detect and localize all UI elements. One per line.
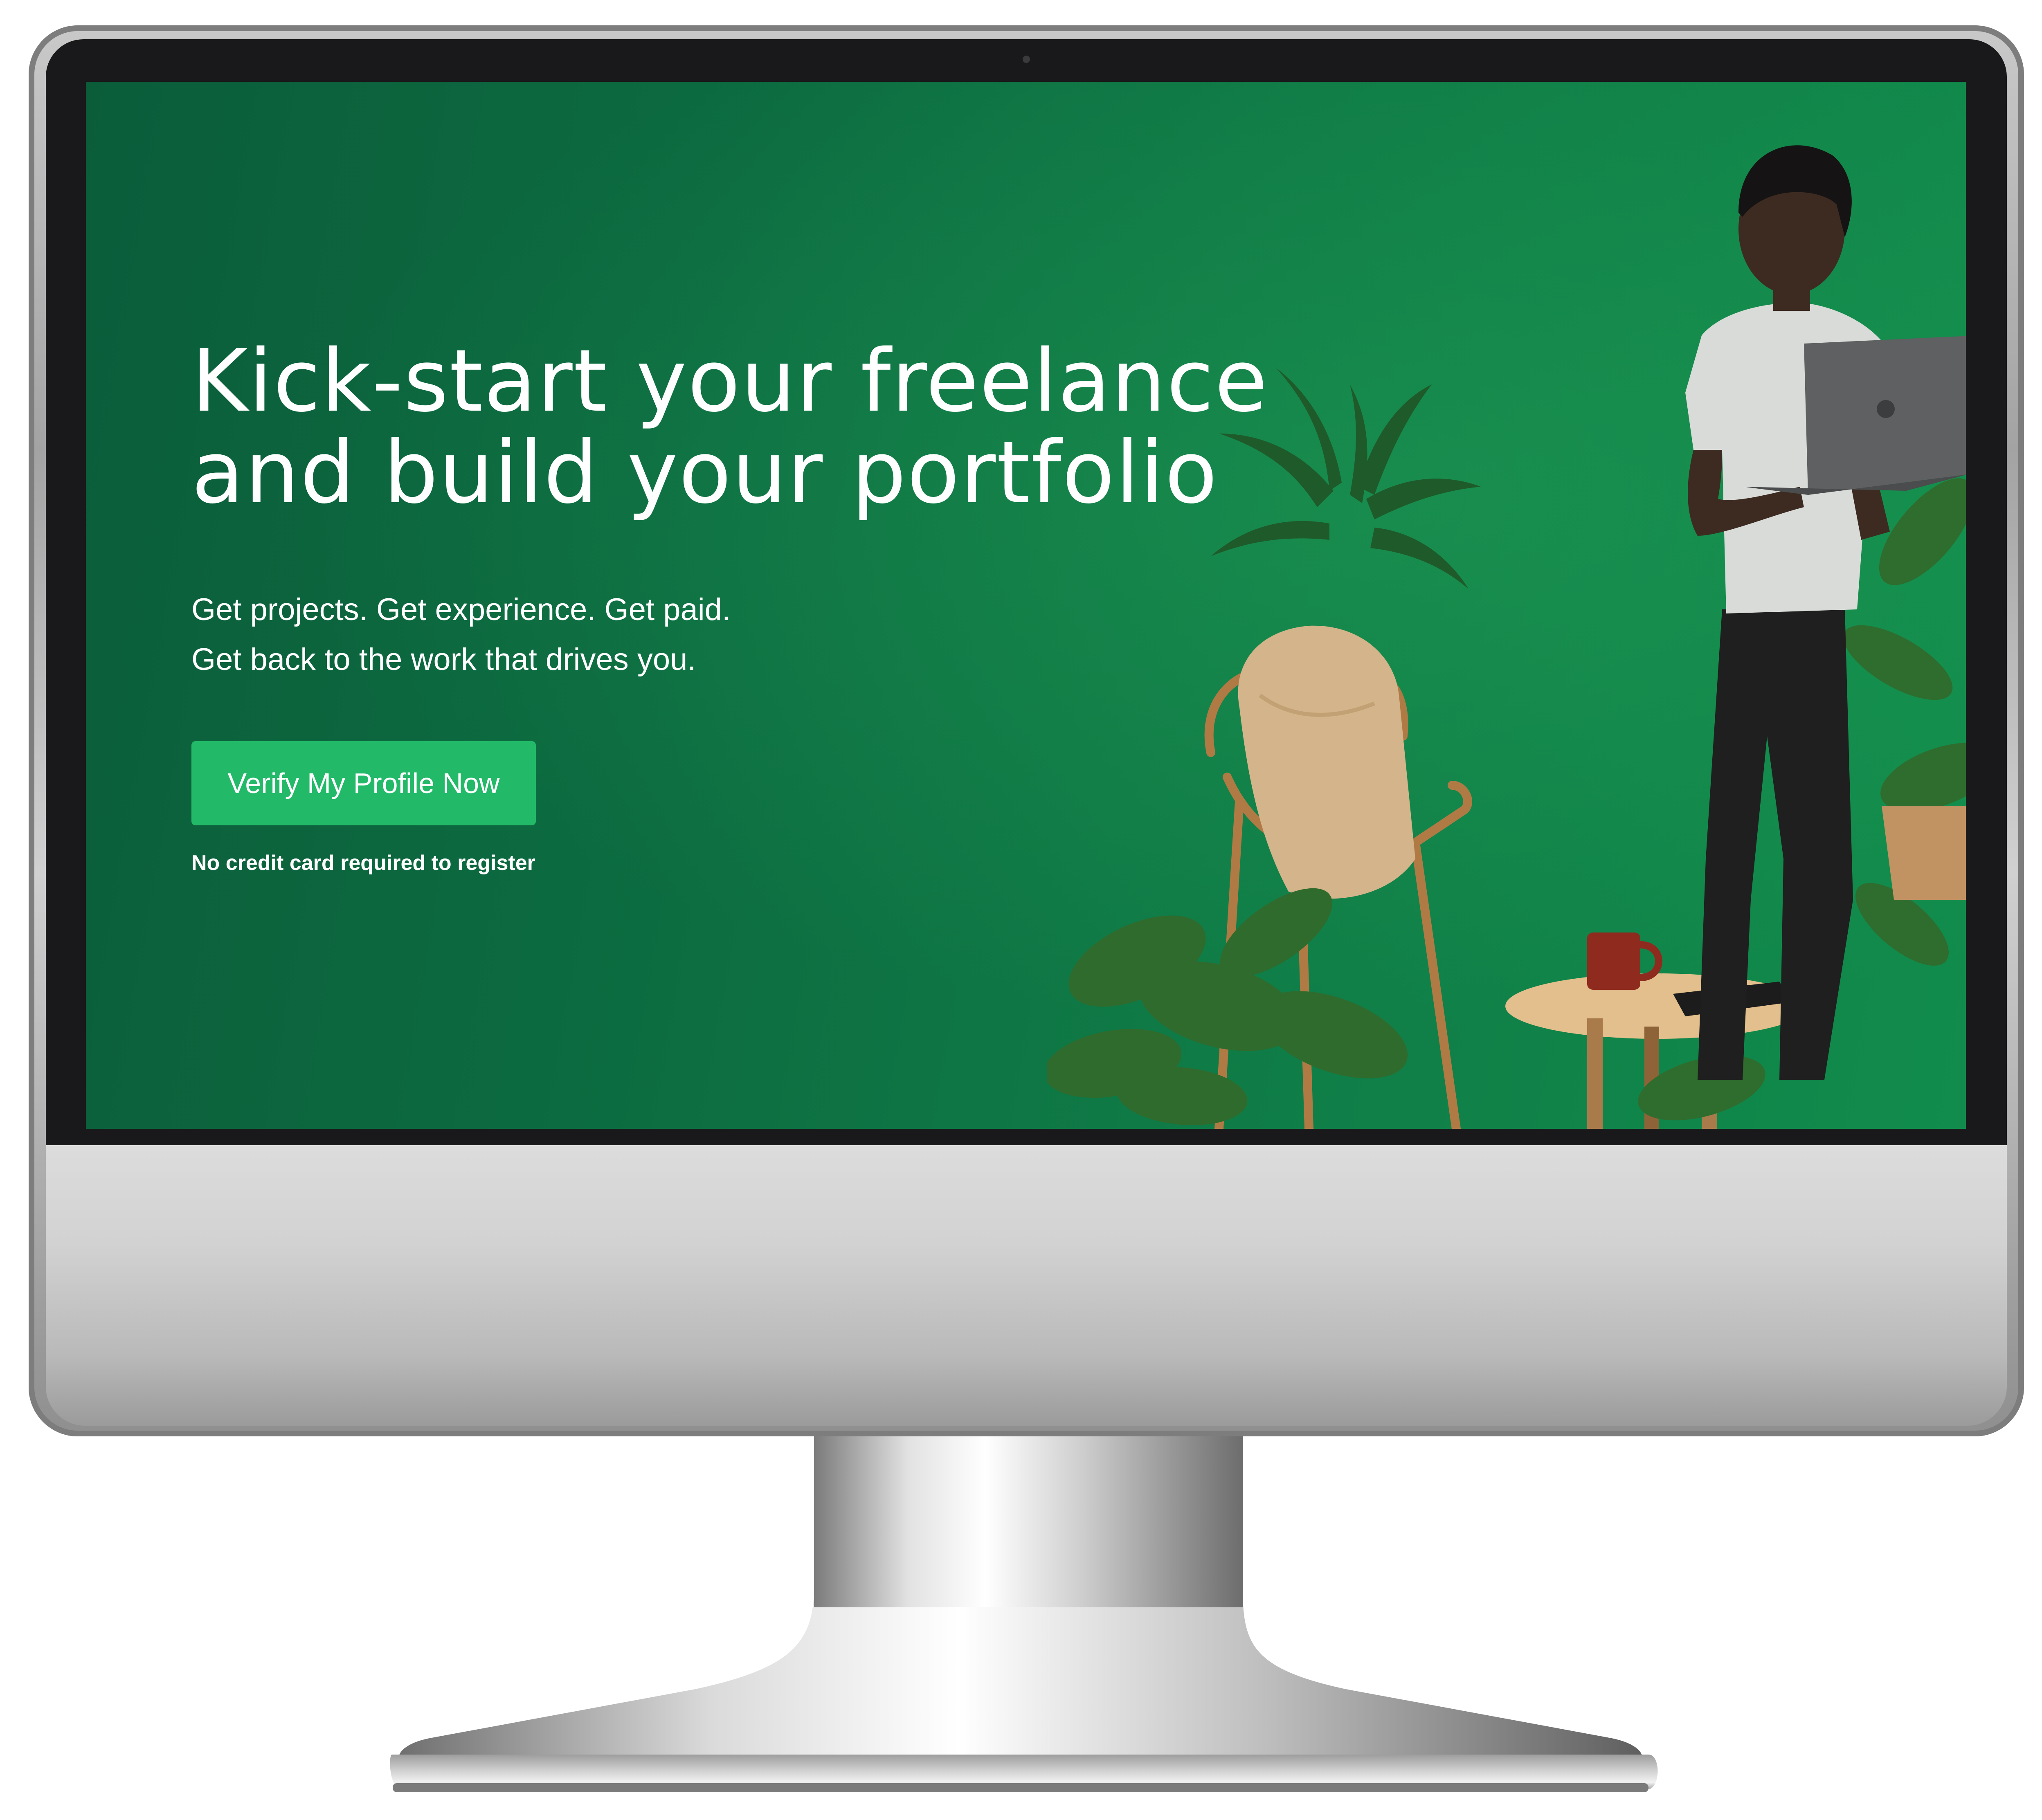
page: Kick-start your freelance and build your… [0,0,2042,1820]
hero-photo [1047,145,1966,1129]
hero-subtitle: Get projects. Get experience. Get paid. … [191,585,1091,685]
camera-icon [1023,56,1030,63]
hero-title-line-2: and build your portfolio [191,422,1218,523]
fur-throw [1238,625,1415,899]
hero-title-line-1: Kick-start your freelance [191,331,1268,431]
monitor-stand-neck [814,1436,1243,1607]
website-screen: Kick-start your freelance and build your… [86,82,1966,1129]
hero-subtitle-line-2: Get back to the work that drives you. [191,642,696,677]
verify-profile-button[interactable]: Verify My Profile Now [191,741,536,825]
no-credit-card-note: No credit card required to register [191,851,535,875]
hero-subtitle-line-1: Get projects. Get experience. Get paid. [191,592,731,627]
basket-pot [1882,806,1966,900]
monitor-chin [46,1145,2007,1426]
hero-title: Kick-start your freelance and build your… [191,335,1378,519]
